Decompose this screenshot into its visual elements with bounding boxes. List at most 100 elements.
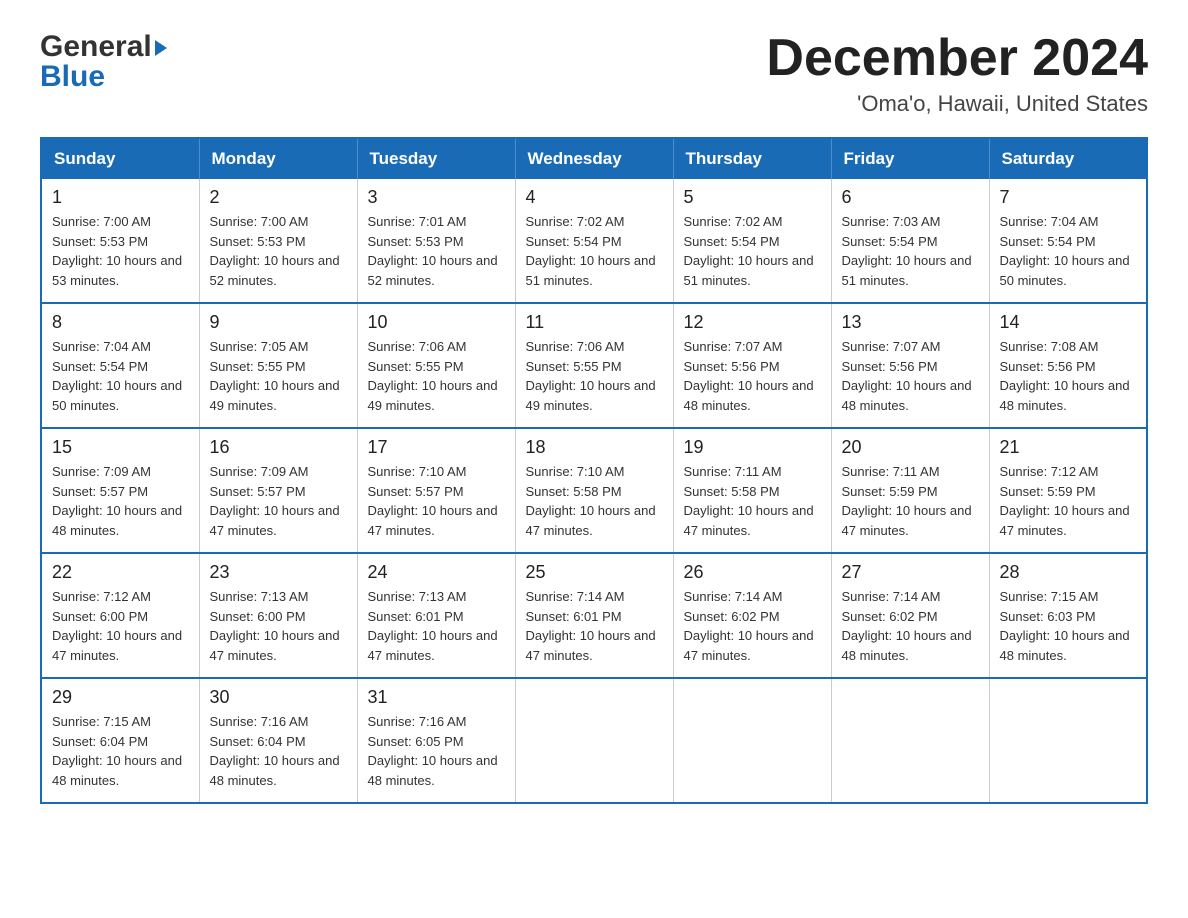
day-number: 17	[368, 437, 505, 458]
day-number: 21	[1000, 437, 1137, 458]
calendar-cell	[673, 678, 831, 803]
calendar-cell: 30 Sunrise: 7:16 AMSunset: 6:04 PMDayligh…	[199, 678, 357, 803]
logo-general: General	[40, 30, 152, 64]
calendar-cell: 3 Sunrise: 7:01 AMSunset: 5:53 PMDaylight…	[357, 179, 515, 303]
day-number: 6	[842, 187, 979, 208]
calendar-cell: 29 Sunrise: 7:15 AMSunset: 6:04 PMDayligh…	[41, 678, 199, 803]
day-number: 26	[684, 562, 821, 583]
day-info: Sunrise: 7:01 AMSunset: 5:53 PMDaylight:…	[368, 212, 505, 290]
calendar-cell: 22 Sunrise: 7:12 AMSunset: 6:00 PMDayligh…	[41, 553, 199, 678]
location-title: 'Oma'o, Hawaii, United States	[766, 91, 1148, 117]
calendar-cell: 1 Sunrise: 7:00 AMSunset: 5:53 PMDaylight…	[41, 179, 199, 303]
day-number: 4	[526, 187, 663, 208]
calendar-week-row: 8Sunrise: 7:04 AMSunset: 5:54 PMDaylight…	[41, 303, 1147, 428]
day-number: 7	[1000, 187, 1137, 208]
day-number: 31	[368, 687, 505, 708]
col-header-sunday: Sunday	[41, 138, 199, 179]
day-number: 29	[52, 687, 189, 708]
day-number: 3	[368, 187, 505, 208]
day-number: 12	[684, 312, 821, 333]
calendar-cell	[515, 678, 673, 803]
calendar-cell: 26 Sunrise: 7:14 AMSunset: 6:02 PMDayligh…	[673, 553, 831, 678]
page-header: General Blue December 2024 'Oma'o, Hawai…	[40, 30, 1148, 117]
day-info: Sunrise: 7:07 AMSunset: 5:56 PMDaylight:…	[842, 337, 979, 415]
calendar-cell: 7 Sunrise: 7:04 AMSunset: 5:54 PMDaylight…	[989, 179, 1147, 303]
day-info: Sunrise: 7:08 AMSunset: 5:56 PMDaylight:…	[1000, 337, 1137, 415]
day-number: 11	[526, 312, 663, 333]
calendar-week-row: 29 Sunrise: 7:15 AMSunset: 6:04 PMDayligh…	[41, 678, 1147, 803]
day-number: 16	[210, 437, 347, 458]
day-info: Sunrise: 7:02 AMSunset: 5:54 PMDaylight:…	[526, 212, 663, 290]
day-info: Sunrise: 7:07 AMSunset: 5:56 PMDaylight:…	[684, 337, 821, 415]
logo-triangle-icon	[155, 40, 167, 56]
calendar-cell: 27 Sunrise: 7:14 AMSunset: 6:02 PMDayligh…	[831, 553, 989, 678]
day-info: Sunrise: 7:12 AMSunset: 5:59 PMDaylight:…	[1000, 462, 1137, 540]
day-number: 22	[52, 562, 189, 583]
day-info: Sunrise: 7:03 AMSunset: 5:54 PMDaylight:…	[842, 212, 979, 290]
day-info: Sunrise: 7:13 AMSunset: 6:01 PMDaylight:…	[368, 587, 505, 665]
day-info: Sunrise: 7:15 AMSunset: 6:03 PMDaylight:…	[1000, 587, 1137, 665]
day-number: 15	[52, 437, 189, 458]
calendar-cell: 12 Sunrise: 7:07 AMSunset: 5:56 PMDayligh…	[673, 303, 831, 428]
calendar-cell: 16Sunrise: 7:09 AMSunset: 5:57 PMDayligh…	[199, 428, 357, 553]
day-info: Sunrise: 7:14 AMSunset: 6:02 PMDaylight:…	[842, 587, 979, 665]
col-header-thursday: Thursday	[673, 138, 831, 179]
calendar-cell	[831, 678, 989, 803]
calendar-cell: 20 Sunrise: 7:11 AMSunset: 5:59 PMDayligh…	[831, 428, 989, 553]
day-info: Sunrise: 7:16 AMSunset: 6:04 PMDaylight:…	[210, 712, 347, 790]
calendar-cell: 5 Sunrise: 7:02 AMSunset: 5:54 PMDaylight…	[673, 179, 831, 303]
day-info: Sunrise: 7:04 AMSunset: 5:54 PMDaylight:…	[1000, 212, 1137, 290]
day-info: Sunrise: 7:09 AMSunset: 5:57 PMDaylight:…	[52, 462, 189, 540]
calendar-cell: 2Sunrise: 7:00 AMSunset: 5:53 PMDaylight…	[199, 179, 357, 303]
calendar-header-row: SundayMondayTuesdayWednesdayThursdayFrid…	[41, 138, 1147, 179]
day-number: 20	[842, 437, 979, 458]
calendar-week-row: 22 Sunrise: 7:12 AMSunset: 6:00 PMDayligh…	[41, 553, 1147, 678]
day-number: 13	[842, 312, 979, 333]
col-header-friday: Friday	[831, 138, 989, 179]
day-number: 24	[368, 562, 505, 583]
calendar-cell: 31 Sunrise: 7:16 AMSunset: 6:05 PMDayligh…	[357, 678, 515, 803]
calendar-cell	[989, 678, 1147, 803]
month-title: December 2024	[766, 30, 1148, 87]
day-number: 5	[684, 187, 821, 208]
day-number: 30	[210, 687, 347, 708]
day-info: Sunrise: 7:12 AMSunset: 6:00 PMDaylight:…	[52, 587, 189, 665]
day-number: 9	[210, 312, 347, 333]
calendar-cell: 11 Sunrise: 7:06 AMSunset: 5:55 PMDayligh…	[515, 303, 673, 428]
day-info: Sunrise: 7:11 AMSunset: 5:58 PMDaylight:…	[684, 462, 821, 540]
day-info: Sunrise: 7:11 AMSunset: 5:59 PMDaylight:…	[842, 462, 979, 540]
calendar-cell: 18Sunrise: 7:10 AMSunset: 5:58 PMDayligh…	[515, 428, 673, 553]
day-info: Sunrise: 7:16 AMSunset: 6:05 PMDaylight:…	[368, 712, 505, 790]
day-number: 28	[1000, 562, 1137, 583]
day-number: 2	[210, 187, 347, 208]
calendar-cell: 8Sunrise: 7:04 AMSunset: 5:54 PMDaylight…	[41, 303, 199, 428]
calendar-cell: 4 Sunrise: 7:02 AMSunset: 5:54 PMDaylight…	[515, 179, 673, 303]
calendar-cell: 23 Sunrise: 7:13 AMSunset: 6:00 PMDayligh…	[199, 553, 357, 678]
calendar-cell: 15 Sunrise: 7:09 AMSunset: 5:57 PMDayligh…	[41, 428, 199, 553]
day-info: Sunrise: 7:06 AMSunset: 5:55 PMDaylight:…	[368, 337, 505, 415]
day-info: Sunrise: 7:14 AMSunset: 6:02 PMDaylight:…	[684, 587, 821, 665]
calendar-cell: 17 Sunrise: 7:10 AMSunset: 5:57 PMDayligh…	[357, 428, 515, 553]
day-info: Sunrise: 7:02 AMSunset: 5:54 PMDaylight:…	[684, 212, 821, 290]
title-section: December 2024 'Oma'o, Hawaii, United Sta…	[766, 30, 1148, 117]
day-info: Sunrise: 7:05 AMSunset: 5:55 PMDaylight:…	[210, 337, 347, 415]
day-info: Sunrise: 7:00 AMSunset: 5:53 PMDaylight:…	[52, 212, 189, 290]
calendar-cell: 28 Sunrise: 7:15 AMSunset: 6:03 PMDayligh…	[989, 553, 1147, 678]
calendar-cell: 14Sunrise: 7:08 AMSunset: 5:56 PMDayligh…	[989, 303, 1147, 428]
day-info: Sunrise: 7:13 AMSunset: 6:00 PMDaylight:…	[210, 587, 347, 665]
calendar-week-row: 1 Sunrise: 7:00 AMSunset: 5:53 PMDaylight…	[41, 179, 1147, 303]
day-info: Sunrise: 7:10 AMSunset: 5:57 PMDaylight:…	[368, 462, 505, 540]
calendar-cell: 13 Sunrise: 7:07 AMSunset: 5:56 PMDayligh…	[831, 303, 989, 428]
calendar-cell: 9 Sunrise: 7:05 AMSunset: 5:55 PMDaylight…	[199, 303, 357, 428]
calendar-cell: 21 Sunrise: 7:12 AMSunset: 5:59 PMDayligh…	[989, 428, 1147, 553]
calendar-cell: 10Sunrise: 7:06 AMSunset: 5:55 PMDayligh…	[357, 303, 515, 428]
day-number: 1	[52, 187, 189, 208]
day-info: Sunrise: 7:06 AMSunset: 5:55 PMDaylight:…	[526, 337, 663, 415]
day-info: Sunrise: 7:14 AMSunset: 6:01 PMDaylight:…	[526, 587, 663, 665]
calendar-cell: 6 Sunrise: 7:03 AMSunset: 5:54 PMDaylight…	[831, 179, 989, 303]
day-info: Sunrise: 7:15 AMSunset: 6:04 PMDaylight:…	[52, 712, 189, 790]
day-number: 23	[210, 562, 347, 583]
day-number: 27	[842, 562, 979, 583]
day-info: Sunrise: 7:04 AMSunset: 5:54 PMDaylight:…	[52, 337, 189, 415]
calendar-table: SundayMondayTuesdayWednesdayThursdayFrid…	[40, 137, 1148, 804]
